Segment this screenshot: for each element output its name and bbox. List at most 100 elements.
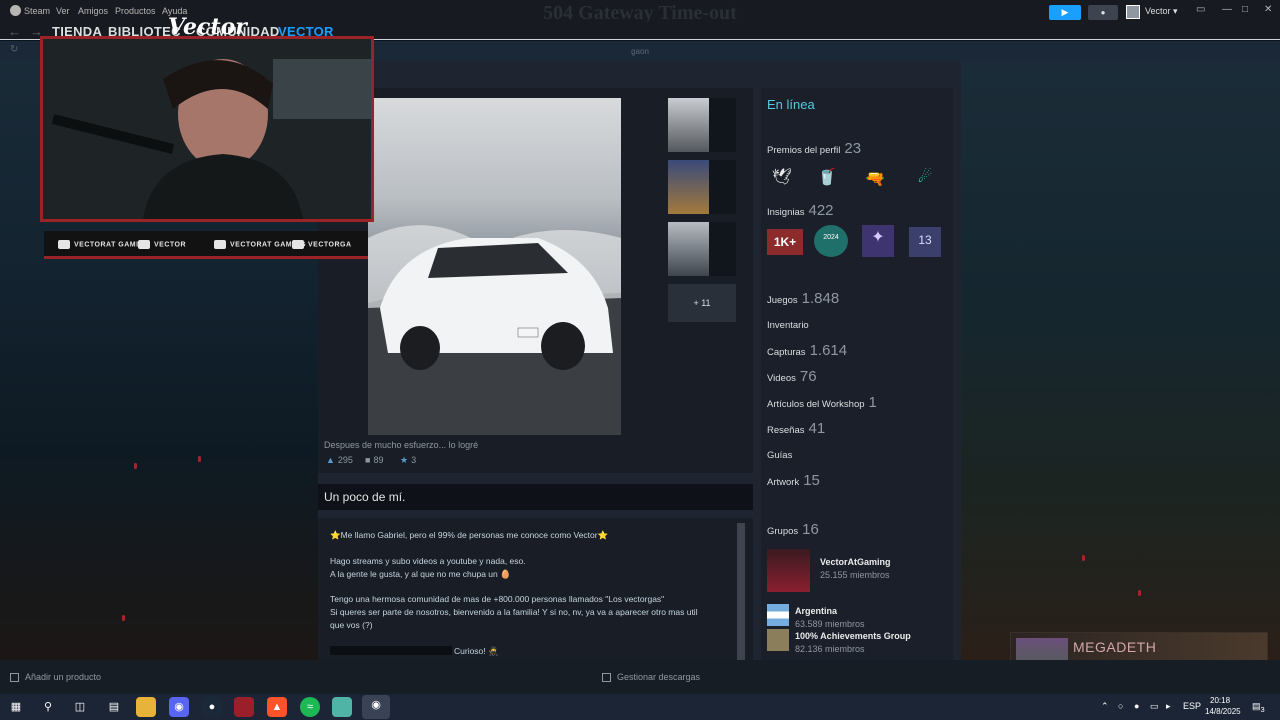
username: Vector	[1145, 6, 1171, 16]
group-avatar-vectoratgaming[interactable]	[767, 549, 810, 592]
stat-label: Capturas	[767, 347, 806, 358]
network-icon[interactable]: ▭	[1150, 701, 1159, 712]
clock-time[interactable]: 20:18	[1210, 696, 1230, 705]
tray-app-icon[interactable]: ○	[1118, 701, 1123, 711]
twitter-icon	[214, 240, 226, 249]
notification-count: 3	[1260, 704, 1265, 714]
add-product-button[interactable]: Añadir un producto	[10, 672, 101, 683]
volume-icon[interactable]: ▸	[1166, 701, 1171, 712]
about-line: Tengo una hermosa comunidad de mas de +8…	[330, 594, 665, 604]
badge-star-icon[interactable]: ✦	[862, 225, 894, 257]
group-name[interactable]: Argentina	[795, 606, 837, 616]
drink-award-icon[interactable]: 🥤	[812, 165, 842, 191]
steam-app-icon[interactable]: ●	[202, 697, 222, 717]
screenshot-thumb[interactable]	[668, 160, 736, 214]
group-name[interactable]: VectorAtGaming	[820, 557, 891, 567]
language-indicator[interactable]: ESP	[1183, 701, 1201, 711]
stat-artwork[interactable]: Artwork 15	[767, 472, 820, 489]
downloads-button[interactable]: Gestionar descargas	[602, 672, 700, 683]
groups-row[interactable]: Grupos 16	[767, 521, 819, 538]
obs-app-icon[interactable]: ◉	[362, 695, 390, 719]
bell-icon: ●	[1100, 8, 1106, 17]
comment-icon: ■	[365, 455, 371, 465]
stat-label: Artículos del Workshop	[767, 399, 865, 410]
online-status: En línea	[767, 97, 815, 112]
back-arrow-icon[interactable]: ←	[8, 24, 21, 39]
likes-stat[interactable]: ▲ 295	[326, 455, 353, 465]
stat-workshop[interactable]: Artículos del Workshop 1	[767, 394, 877, 411]
close-icon[interactable]: ✕	[1264, 4, 1272, 15]
microphone-icon[interactable]: ●	[1134, 701, 1139, 711]
stat-guides[interactable]: Guías	[767, 450, 792, 461]
stat-label: Guías	[767, 450, 793, 461]
stat-videos[interactable]: Videos 76	[767, 368, 817, 385]
announcements-button[interactable]: ▶	[1049, 5, 1081, 20]
badges-row[interactable]: Insignias 422	[767, 202, 834, 219]
stat-games[interactable]: Juegos 1.848	[767, 290, 839, 307]
maximize-icon[interactable]: □	[1242, 4, 1248, 15]
dove-award-icon[interactable]: 🕊	[767, 165, 797, 191]
clock-date[interactable]: 14/8/2025	[1205, 707, 1241, 716]
spotify-app-icon[interactable]: ≈	[300, 697, 320, 717]
screenshot-thumb[interactable]	[668, 222, 736, 276]
notifications-button[interactable]: ●	[1088, 5, 1118, 20]
groups-total: 16	[802, 521, 819, 538]
likes-count: 295	[337, 455, 353, 465]
explorer-app-icon[interactable]: ▤	[104, 697, 124, 717]
instagram-icon	[292, 240, 304, 249]
screenshot-thumb[interactable]	[668, 98, 736, 152]
task-view-icon[interactable]: ◫	[70, 697, 90, 717]
stat-label: Juegos	[767, 295, 798, 306]
taskbar	[0, 694, 1280, 720]
awards-stat[interactable]: ★ 3	[400, 455, 416, 466]
badge-2024-icon[interactable]: 2024	[814, 225, 848, 257]
thumb-image	[668, 98, 709, 152]
gun-award-icon[interactable]: 🔫	[860, 167, 890, 193]
stat-label: Videos	[767, 373, 796, 384]
more-screenshots-button[interactable]: + 11	[668, 284, 736, 322]
stat-screenshots[interactable]: Capturas 1.614	[767, 342, 847, 359]
thumbs-up-icon: ▲	[326, 455, 335, 465]
badge-13-icon[interactable]: 13	[909, 227, 941, 257]
about-line: Hago streams y subo videos a youtube y n…	[330, 556, 526, 566]
ember-decoration	[134, 463, 137, 469]
group-avatar-achievements[interactable]	[767, 629, 789, 651]
about-line: que vos (?)	[330, 620, 373, 630]
notes-app-icon[interactable]	[332, 697, 352, 717]
thumb-image	[668, 160, 709, 214]
group-members: 63.589 miembros	[795, 619, 865, 629]
youtube-icon	[58, 240, 70, 249]
main-screenshot[interactable]	[368, 98, 621, 435]
user-avatar[interactable]	[1126, 5, 1140, 19]
badges-label: Insignias	[767, 207, 805, 218]
twitch-handle: VECTOR	[138, 240, 186, 249]
notification-center-icon[interactable]: ▤3	[1252, 701, 1265, 714]
brave-app-icon[interactable]: ▲	[267, 697, 287, 717]
bigpicture-icon[interactable]: ▭	[1196, 4, 1205, 15]
plus-icon	[10, 673, 19, 683]
award-icon: ★	[400, 455, 409, 465]
minimize-icon[interactable]: —	[1222, 4, 1232, 15]
webcam-overlay	[40, 36, 374, 222]
awards-row[interactable]: Premios del perfil 23	[767, 140, 861, 157]
stat-reviews[interactable]: Reseñas 41	[767, 420, 825, 437]
about-image-strip	[330, 646, 452, 655]
windows-start-icon[interactable]: ▦	[6, 697, 26, 717]
stat-value: 1	[868, 394, 877, 411]
badge-1k-icon[interactable]: 1K+	[767, 229, 803, 255]
comet-award-icon[interactable]: ☄	[910, 165, 940, 191]
group-name[interactable]: 100% Achievements Group	[795, 631, 911, 641]
comments-stat[interactable]: ■ 89	[365, 455, 383, 465]
group-avatar-argentina[interactable]	[767, 604, 789, 626]
about-title: Un poco de mí.	[324, 490, 406, 504]
tray-chevron-icon[interactable]: ⌃	[1101, 701, 1109, 712]
about-line: Curioso! 🥷	[454, 646, 499, 656]
user-menu[interactable]: Vector ▾	[1145, 6, 1178, 17]
discord-app-icon[interactable]: ◉	[169, 697, 189, 717]
stat-value: 1.614	[809, 342, 848, 359]
about-scrollbar[interactable]	[737, 523, 745, 660]
search-icon[interactable]: ⚲	[38, 697, 58, 717]
red-app-icon[interactable]	[234, 697, 254, 717]
stat-inventory[interactable]: Inventario	[767, 320, 809, 331]
folder-app-icon[interactable]	[136, 697, 156, 717]
